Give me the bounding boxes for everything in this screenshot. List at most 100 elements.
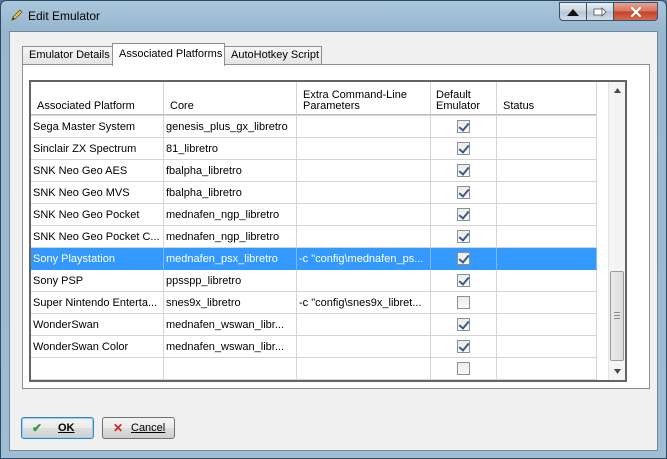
- cancel-button[interactable]: ✕ Cancel: [102, 417, 175, 439]
- core-cell[interactable]: mednafen_wswan_libr...: [164, 336, 297, 358]
- status-cell[interactable]: [497, 182, 597, 204]
- column-header-params[interactable]: Extra Command-Line Parameters: [297, 82, 431, 115]
- table-row[interactable]: Sega Master System genesis_plus_gx_libret…: [31, 116, 597, 138]
- pin-button[interactable]: [587, 2, 614, 21]
- table-row[interactable]: Sinclair ZX Spectrum 81_libretro: [31, 138, 597, 160]
- default-emulator-checkbox[interactable]: [456, 186, 470, 199]
- tab-autohotkey-script[interactable]: AutoHotkey Script: [224, 46, 322, 65]
- core-cell[interactable]: mednafen_psx_libretro: [164, 248, 297, 270]
- x-icon: ✕: [112, 421, 124, 435]
- platform-cell[interactable]: Sinclair ZX Spectrum: [31, 138, 164, 160]
- default-emulator-cell: [431, 314, 497, 336]
- params-cell[interactable]: [297, 138, 431, 160]
- default-emulator-cell: [431, 336, 497, 358]
- table-row[interactable]: SNK Neo Geo Pocket mednafen_ngp_libretro: [31, 204, 597, 226]
- default-emulator-checkbox[interactable]: [456, 340, 470, 353]
- params-cell[interactable]: [297, 116, 431, 138]
- column-header-platform[interactable]: Associated Platform: [31, 82, 164, 115]
- grip-icon: [614, 312, 620, 320]
- status-cell[interactable]: [497, 292, 597, 314]
- default-emulator-cell: [431, 248, 497, 270]
- default-emulator-checkbox[interactable]: [456, 362, 470, 375]
- status-cell[interactable]: [497, 116, 597, 138]
- default-emulator-checkbox[interactable]: [456, 142, 470, 155]
- title-bar-buttons: [559, 2, 658, 21]
- close-button[interactable]: [614, 2, 658, 21]
- scroll-up-button[interactable]: [609, 82, 625, 99]
- core-cell[interactable]: snes9x_libretro: [164, 292, 297, 314]
- tab-emulator-details[interactable]: Emulator Details: [22, 46, 113, 65]
- core-cell[interactable]: genesis_plus_gx_libretro: [164, 116, 297, 138]
- default-emulator-cell: [431, 204, 497, 226]
- status-cell[interactable]: [497, 270, 597, 292]
- platform-cell[interactable]: SNK Neo Geo Pocket C...: [31, 226, 164, 248]
- default-emulator-checkbox[interactable]: [456, 274, 470, 287]
- params-cell[interactable]: [297, 336, 431, 358]
- status-cell[interactable]: [497, 226, 597, 248]
- core-cell[interactable]: ppsspp_libretro: [164, 270, 297, 292]
- default-emulator-checkbox[interactable]: [456, 208, 470, 221]
- table-row[interactable]: Sony PSP ppsspp_libretro: [31, 270, 597, 292]
- scroll-down-button[interactable]: [609, 363, 625, 380]
- platform-cell[interactable]: Super Nintendo Enterta...: [31, 292, 164, 314]
- status-cell[interactable]: [497, 314, 597, 336]
- platform-cell[interactable]: SNK Neo Geo MVS: [31, 182, 164, 204]
- params-cell[interactable]: -c "config\mednafen_ps...: [297, 248, 431, 270]
- core-cell[interactable]: mednafen_ngp_libretro: [164, 226, 297, 248]
- table-row[interactable]: [31, 358, 597, 380]
- up-arrow-button[interactable]: [559, 2, 587, 21]
- default-emulator-cell: [431, 160, 497, 182]
- status-cell[interactable]: [497, 138, 597, 160]
- params-cell[interactable]: [297, 270, 431, 292]
- core-cell[interactable]: fbalpha_libretro: [164, 182, 297, 204]
- table-row[interactable]: SNK Neo Geo AES fbalpha_libretro: [31, 160, 597, 182]
- table-row[interactable]: SNK Neo Geo Pocket C... mednafen_ngp_libr…: [31, 226, 597, 248]
- table-row[interactable]: Sony Playstation mednafen_psx_libretro -c …: [31, 248, 597, 270]
- params-cell[interactable]: [297, 204, 431, 226]
- platform-cell[interactable]: Sega Master System: [31, 116, 164, 138]
- column-header-core[interactable]: Core: [164, 82, 297, 115]
- params-cell[interactable]: -c "config\snes9x_libret...: [297, 292, 431, 314]
- platform-cell[interactable]: Sony PSP: [31, 270, 164, 292]
- default-emulator-checkbox[interactable]: [456, 296, 470, 309]
- status-cell[interactable]: [497, 204, 597, 226]
- column-header-status[interactable]: Status: [497, 82, 597, 115]
- tab-associated-platforms[interactable]: Associated Platforms: [112, 43, 225, 66]
- platform-cell[interactable]: WonderSwan Color: [31, 336, 164, 358]
- title-bar[interactable]: Edit Emulator: [1, 1, 666, 31]
- core-cell[interactable]: mednafen_wswan_libr...: [164, 314, 297, 336]
- core-cell[interactable]: mednafen_ngp_libretro: [164, 204, 297, 226]
- platform-cell[interactable]: SNK Neo Geo Pocket: [31, 204, 164, 226]
- scroll-down-arrow-icon: [613, 369, 621, 374]
- params-cell[interactable]: [297, 314, 431, 336]
- ok-button[interactable]: ✔ OK: [21, 417, 94, 439]
- table-row[interactable]: WonderSwan mednafen_wswan_libr...: [31, 314, 597, 336]
- params-cell[interactable]: [297, 182, 431, 204]
- scrollbar-thumb[interactable]: [610, 271, 624, 361]
- status-cell[interactable]: [497, 160, 597, 182]
- vertical-scrollbar[interactable]: [608, 82, 625, 380]
- params-cell[interactable]: [297, 358, 431, 380]
- core-cell[interactable]: 81_libretro: [164, 138, 297, 160]
- platform-cell[interactable]: SNK Neo Geo AES: [31, 160, 164, 182]
- table-row[interactable]: SNK Neo Geo MVS fbalpha_libretro: [31, 182, 597, 204]
- table-row[interactable]: WonderSwan Color mednafen_wswan_libr...: [31, 336, 597, 358]
- default-emulator-checkbox[interactable]: [456, 318, 470, 331]
- column-header-default[interactable]: Default Emulator: [431, 82, 497, 115]
- core-cell[interactable]: [164, 358, 297, 380]
- core-cell[interactable]: fbalpha_libretro: [164, 160, 297, 182]
- table-row[interactable]: Super Nintendo Enterta... snes9x_libretro…: [31, 292, 597, 314]
- params-cell[interactable]: [297, 226, 431, 248]
- status-cell[interactable]: [497, 248, 597, 270]
- params-cell[interactable]: [297, 160, 431, 182]
- platforms-grid[interactable]: Associated Platform Core Extra Command-L…: [29, 80, 627, 382]
- platform-cell[interactable]: [31, 358, 164, 380]
- default-emulator-checkbox[interactable]: [456, 120, 470, 133]
- default-emulator-checkbox[interactable]: [456, 252, 470, 265]
- platform-cell[interactable]: WonderSwan: [31, 314, 164, 336]
- platform-cell[interactable]: Sony Playstation: [31, 248, 164, 270]
- status-cell[interactable]: [497, 358, 597, 380]
- default-emulator-checkbox[interactable]: [456, 164, 470, 177]
- default-emulator-checkbox[interactable]: [456, 230, 470, 243]
- status-cell[interactable]: [497, 336, 597, 358]
